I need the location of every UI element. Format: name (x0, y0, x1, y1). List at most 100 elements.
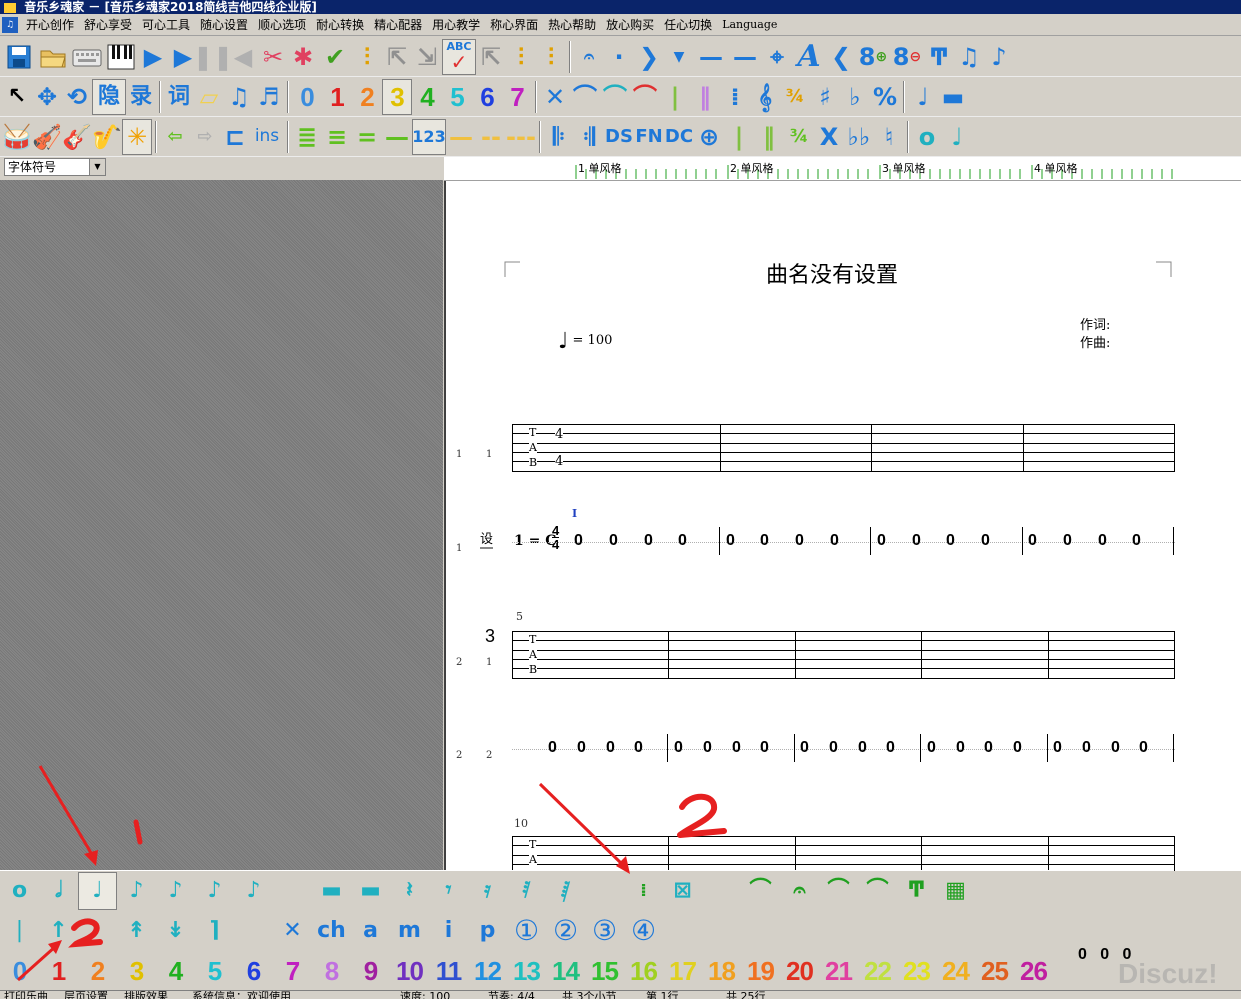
composer-label[interactable]: 作曲: (1080, 332, 1110, 351)
rest-note[interactable]: 0 (1111, 739, 1120, 757)
fret-number-25-button[interactable]: 25 (975, 952, 1014, 990)
fret-number-5-button[interactable]: 5 (195, 952, 234, 990)
ruler-label-4[interactable]: 4 单风格 (1034, 160, 1078, 176)
dash-yellow-3-icon[interactable]: --- (506, 119, 536, 155)
rest-note[interactable]: 0 (644, 532, 653, 550)
hidden-toggle-button[interactable]: 隐 (92, 78, 126, 115)
dash-yellow-2-icon[interactable]: -- (476, 119, 506, 155)
fermata-green-icon[interactable]: 𝄐 (780, 872, 819, 910)
fret-number-17-button[interactable]: 17 (663, 952, 702, 990)
number-6-button[interactable]: 6 (472, 79, 502, 115)
numbers-button[interactable]: 123 (412, 118, 446, 155)
rest-note[interactable]: 0 (877, 532, 886, 550)
menu-item-teaching[interactable]: 用心教学 (427, 15, 485, 35)
tempo-marking[interactable]: ♩ = 100 (558, 329, 612, 354)
menu-item-help[interactable]: 热心帮助 (543, 15, 601, 35)
dash-yellow-1-icon[interactable]: — (446, 119, 476, 155)
rest-note[interactable]: 0 (1082, 739, 1091, 757)
ch-button[interactable]: ch (312, 912, 351, 950)
level-marker-2-icon[interactable]: ⫶ (506, 39, 536, 75)
chevron-down-icon[interactable]: ▼ (89, 159, 105, 175)
bend-down-icon[interactable]: ⌒ (858, 872, 897, 910)
guitar-icon[interactable]: 🎸 (62, 119, 92, 155)
fermata-icon[interactable]: 𝄐 (574, 39, 604, 75)
dc-button[interactable]: DC (664, 119, 694, 155)
whole-note-icon[interactable]: o (0, 872, 39, 910)
drum-icon[interactable]: 🥁 (2, 119, 32, 155)
fn-button[interactable]: FN (634, 119, 664, 155)
font-selector[interactable]: 字体符号 ▼ (4, 158, 106, 176)
lines-1-icon[interactable]: — (382, 119, 412, 155)
fret-number-3-button[interactable]: 3 (117, 952, 156, 990)
fret-number-9-button[interactable]: 9 (351, 952, 390, 990)
repeat-bar-icon[interactable]: ⁞ (720, 79, 750, 115)
fret-number-10-button[interactable]: 10 (390, 952, 429, 990)
fret-number-19-button[interactable]: 19 (741, 952, 780, 990)
fret-number-14-button[interactable]: 14 (546, 952, 585, 990)
time-sig-green-icon[interactable]: ¾ (784, 119, 814, 155)
eighth-rest-icon[interactable]: 𝄾 (429, 872, 468, 910)
slur-red-icon[interactable]: ⌒ (630, 79, 660, 115)
menu-item-interface[interactable]: 称心界面 (485, 15, 543, 35)
tab-staff-row-1[interactable]: T A B 4 4 (512, 424, 1175, 472)
page-setup-button[interactable]: 层页设置 (64, 991, 108, 999)
eraser-icon[interactable]: ▱ (194, 79, 224, 115)
eighth-note-icon[interactable]: ♪ (117, 872, 156, 910)
dot-icon[interactable]: · (604, 39, 634, 75)
rest-note[interactable]: 0 (956, 739, 965, 757)
menu-item-options[interactable]: 顺心选项 (253, 15, 311, 35)
number-7-button[interactable]: 7 (502, 79, 532, 115)
half-rest-icon[interactable]: ▬ (351, 872, 390, 910)
play-icon[interactable]: ▶ (138, 39, 168, 75)
crosshair-icon[interactable]: ⌖ (762, 39, 792, 75)
jianpu-row-2[interactable]: 0 0 0 0 0 0 0 0 0 0 0 0 0 0 0 0 0 0 0 0 (512, 734, 1175, 764)
violin-icon[interactable]: 🎻 (32, 119, 62, 155)
sixteenth-rest-icon[interactable]: 𝄿 (468, 872, 507, 910)
thirty-second-note-icon[interactable]: ♪ (195, 872, 234, 910)
insert-line-icon[interactable]: ⊏ (220, 119, 250, 155)
half-note-icon[interactable]: 𝅗𝅥 (39, 872, 78, 910)
number-2-button[interactable]: 2 (352, 79, 382, 115)
number-1-button[interactable]: 1 (322, 79, 352, 115)
rest-note[interactable]: 0 (606, 739, 615, 757)
number-0-button[interactable]: 0 (292, 79, 322, 115)
sharp-icon[interactable]: ♯ (810, 79, 840, 115)
set-button[interactable]: 设 (480, 532, 494, 549)
delete-x-icon[interactable]: ✕ (540, 79, 570, 115)
chevron-left-icon[interactable]: ❮ (826, 39, 856, 75)
menu-item-tools[interactable]: 可心工具 (137, 15, 195, 35)
lines-2-icon[interactable]: = (352, 119, 382, 155)
menu-item-buy[interactable]: 放心购买 (601, 15, 659, 35)
finger-a-button[interactable]: a (351, 912, 390, 950)
fret-number-11-button[interactable]: 11 (429, 952, 468, 990)
repeat-end-icon[interactable]: 𝄇 (574, 119, 604, 155)
quarter-note-cyan-icon[interactable]: ♩ (942, 119, 972, 155)
rest-note[interactable]: 0 (1078, 946, 1087, 963)
bend-up-icon[interactable]: ⌒ (819, 872, 858, 910)
rest-note[interactable]: 0 (678, 532, 687, 550)
menu-item-settings[interactable]: 随心设置 (195, 15, 253, 35)
abc-spell-check-icon[interactable]: ABC ✓ (442, 38, 476, 75)
fret-number-18-button[interactable]: 18 (702, 952, 741, 990)
rest-note[interactable]: 0 (829, 739, 838, 757)
repeat-icon[interactable]: ⟲ (62, 79, 92, 115)
finger-m-button[interactable]: m (390, 912, 429, 950)
slur-icon[interactable]: ⌒ (600, 79, 630, 115)
grace-note-icon[interactable]: ♪ (984, 39, 1014, 75)
chevron-down-icon[interactable]: ▼ (664, 39, 694, 75)
arpeggio-up-icon[interactable]: ↟ (117, 912, 156, 950)
cursor-t-icon[interactable]: ͳ (924, 39, 954, 75)
jianpu-row-1[interactable]: 0 0 0 0 0 0 0 0 0 0 0 0 0 0 0 0 (512, 527, 1175, 557)
string-1-button[interactable]: ① (507, 912, 546, 950)
bar-double-icon[interactable]: ‖ (690, 79, 720, 115)
double-flat-icon[interactable]: ♭♭ (844, 119, 874, 155)
coda-icon[interactable]: ⊕ (694, 119, 724, 155)
fret-number-15-button[interactable]: 15 (585, 952, 624, 990)
dash-short-icon[interactable]: — (694, 39, 728, 75)
rest-note[interactable]: 0 (800, 739, 809, 757)
level-marker-1-icon[interactable]: ⫶ (352, 39, 382, 75)
rest-note[interactable]: 0 (760, 739, 769, 757)
menu-logo-icon[interactable]: ♫ (2, 16, 18, 33)
rest-note[interactable]: 0 (1013, 739, 1022, 757)
rest-note[interactable]: 0 (577, 739, 586, 757)
